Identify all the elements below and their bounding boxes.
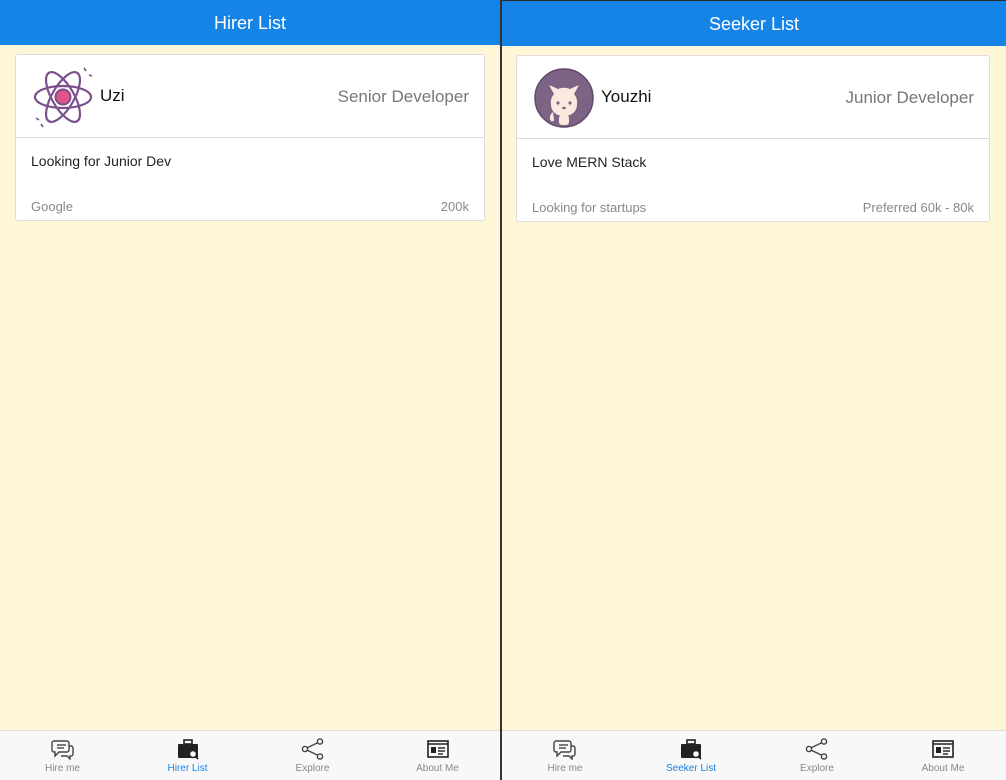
seeker-role: Junior Developer [845,88,974,107]
tab-label: Seeker List [665,763,717,774]
tab-label: Hire me [547,763,583,774]
tab-label: Hirer List [167,763,208,774]
header-title: Seeker List [502,1,1006,46]
tab-label: Explore [800,763,834,774]
share-icon [805,738,828,760]
hirer-salary: 200k [440,199,469,214]
id-card-icon [932,740,954,758]
tab-label: About Me [416,763,459,774]
tab-label: Hire me [44,763,80,774]
tab-hire-me[interactable]: Hire me [0,731,125,780]
seeker-list-screen: Seeker List Youzhi Junior Developer Love… [502,1,1006,780]
share-icon [301,738,323,760]
tab-label: Explore [295,763,330,774]
chat-icon [553,740,576,760]
hirer-description: Looking for Junior Dev [31,153,172,169]
header-title: Hirer List [0,0,500,45]
seeker-description: Love MERN Stack [532,154,647,170]
tab-hire-me[interactable]: Hire me [502,731,628,780]
react-atom-icon [33,67,93,128]
tab-explore[interactable]: Explore [754,731,880,780]
hirer-card[interactable]: Uzi Senior Developer Looking for Junior … [15,54,485,221]
hirer-name: Uzi [100,86,125,105]
hirer-company: Google [31,199,73,214]
tab-seeker-list[interactable]: Seeker List [628,731,754,780]
tab-about-me[interactable]: About Me [375,731,500,780]
chat-icon [50,740,74,760]
tab-explore[interactable]: Explore [250,731,375,780]
tab-bar: Hire me Seeker List Explore About Me [502,730,1006,780]
card-header: Uzi Senior Developer [16,55,484,138]
hirer-list-screen: Hirer List Uzi Senior Developer Looking … [0,0,500,780]
tab-hirer-list[interactable]: Hirer List [125,731,250,780]
tab-about-me[interactable]: About Me [880,731,1006,780]
seeker-note: Looking for startups [532,200,647,215]
hirer-role: Senior Developer [337,87,469,106]
seeker-name: Youzhi [601,87,652,106]
seeker-salary: Preferred 60k - 80k [862,200,974,215]
seeker-card[interactable]: Youzhi Junior Developer Love MERN Stack … [516,55,990,222]
id-card-icon [426,740,449,758]
octocat-icon [534,68,594,128]
card-header: Youzhi Junior Developer [517,56,989,139]
tab-bar: Hire me Hirer List Explore About Me [0,730,500,780]
briefcase-icon [681,739,702,760]
tab-label: About Me [921,763,965,774]
briefcase-icon [177,739,199,760]
